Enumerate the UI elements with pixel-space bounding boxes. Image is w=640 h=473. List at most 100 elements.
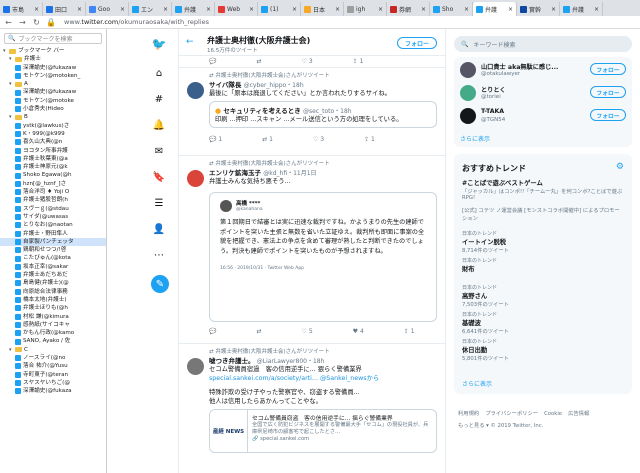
bookmark-item[interactable]: hzn[@_hznf_]さ xyxy=(0,180,106,188)
avatar[interactable] xyxy=(187,170,204,187)
retweet-icon[interactable]: ⇄ xyxy=(256,328,261,335)
quoted-tweet[interactable]: ● セキュリティを考えるとき @sec_toto・18h 印刷 ...押印 ..… xyxy=(209,101,437,128)
bookmark-folder[interactable]: ▾ ブックマーク バー xyxy=(0,47,106,55)
footer-link[interactable]: Cookie xyxy=(544,411,562,417)
show-more-trends-link[interactable]: さらに表示 xyxy=(462,379,492,388)
bookmark-item[interactable]: 落合洋司 ♦ Yoji O xyxy=(0,188,106,196)
trend-item[interactable]: 日本のトレンド 財布 xyxy=(462,257,624,273)
tab-close-icon[interactable]: × xyxy=(378,6,383,13)
browser-tab[interactable]: 弁護 × xyxy=(560,2,603,16)
browser-tab[interactable]: 日本 × xyxy=(301,2,344,16)
chevron-down-icon[interactable]: ▾ xyxy=(3,47,7,55)
tweet[interactable]: ⇄ 弁護士奥村徹(大阪弁護士会)さんがリツイート サイバ隊長 @cyber_hi… xyxy=(179,68,445,156)
follow-button[interactable]: フォロー xyxy=(396,37,437,49)
bell-icon[interactable]: 🔔 xyxy=(153,119,165,131)
browser-tab[interactable]: Sho × xyxy=(430,2,473,16)
bookmark-item[interactable]: とりなお(@naotan xyxy=(0,221,106,229)
bookmark-item[interactable]: 寺町東子(@teran xyxy=(0,371,106,379)
back-arrow-icon[interactable]: ← xyxy=(186,37,194,47)
share-icon[interactable]: ⇪ 1 xyxy=(404,328,415,335)
tab-close-icon[interactable]: × xyxy=(77,6,82,13)
bookmark-search-input[interactable]: 🔍 ブックマークを検索 xyxy=(4,33,102,44)
tweet-link[interactable]: special.sankei.com/a/society/arti... xyxy=(209,375,318,382)
bookmark-item[interactable]: 深澤諭史(@fukaza xyxy=(0,387,106,395)
chevron-down-icon[interactable]: ▾ xyxy=(9,80,13,88)
reply-icon[interactable]: 💬 xyxy=(209,328,216,335)
chevron-down-icon[interactable]: ▾ xyxy=(9,113,13,121)
bookmark-folder[interactable]: ▾ 弁護士 xyxy=(0,55,106,63)
bookmark-icon[interactable]: 🔖 xyxy=(153,171,165,183)
trend-item[interactable]: #ことばで遊ぶベストゲーム 「ジャッカル」はコンポ!!「チーム一丸」を何コンボ?こ… xyxy=(462,178,624,201)
bookmark-item[interactable]: 弁護士神原元(@k xyxy=(0,163,106,171)
reply-icon[interactable]: 💬 xyxy=(209,58,216,65)
show-more-link[interactable]: さらに表示 xyxy=(460,134,490,143)
browser-tab[interactable]: 實幹 × xyxy=(517,2,560,16)
tab-close-icon[interactable]: × xyxy=(292,6,297,13)
avatar[interactable] xyxy=(460,62,476,78)
bookmark-item[interactable]: サイダ(@uwasas xyxy=(0,213,106,221)
recommend-follow-button[interactable]: フォロー xyxy=(590,63,626,75)
avatar[interactable] xyxy=(187,82,204,99)
bookmark-item[interactable]: 深澤諭史(@fukazaw xyxy=(0,64,106,72)
bookmark-folder[interactable]: ▾ C xyxy=(0,346,106,354)
tweet-partial[interactable]: 💬 ⇄ ♡ 3 ⇪ 1 xyxy=(179,56,445,68)
bookmark-folder[interactable]: ▾ A xyxy=(0,80,106,88)
bookmark-item[interactable]: 感熱紙(サイコキャ xyxy=(0,321,106,329)
twitter-bird-icon[interactable]: 🐦 xyxy=(152,37,167,51)
bookmark-item[interactable]: 向原総合法律事務 xyxy=(0,288,106,296)
trend-item[interactable]: 日本のトレンド 休日出勤 5,801件のツイート xyxy=(462,338,624,362)
tab-close-icon[interactable]: × xyxy=(508,6,513,13)
bookmark-item[interactable]: 島島健(弁護士)(@ xyxy=(0,279,106,287)
tab-close-icon[interactable]: × xyxy=(163,6,168,13)
browser-tab[interactable]: 市島 × xyxy=(0,2,43,16)
home-icon[interactable]: ⌂ xyxy=(153,67,165,79)
bookmark-item[interactable]: 弁護士・野田隼人 xyxy=(0,230,106,238)
tab-close-icon[interactable]: × xyxy=(249,6,254,13)
link-card[interactable]: 産経 NEWS セコム警備員窃盗 客の信用逆手に... 揺らぐ警備業界 全国で広… xyxy=(209,409,437,453)
browser-tab[interactable]: (1) × xyxy=(258,2,301,16)
share-icon[interactable]: ⇪ 1 xyxy=(353,58,364,65)
tweet-author[interactable]: サイバ隊長 xyxy=(209,81,241,89)
recommend-name[interactable]: T-TAKA xyxy=(481,108,571,115)
bookmark-item[interactable]: 弁護士秋葉東(@a xyxy=(0,155,106,163)
tab-close-icon[interactable]: × xyxy=(206,6,211,13)
profile-icon[interactable]: 👤 xyxy=(153,223,165,235)
footer-link[interactable]: プライバシーポリシー xyxy=(485,411,538,417)
trend-item[interactable]: [公式] コテツ ノ運営会議 [モンストコラボ開催中] によるプロモーション xyxy=(462,206,624,222)
bookmark-item[interactable]: 橋本太地(弁護士) xyxy=(0,296,106,304)
reload-icon[interactable]: ↻ xyxy=(32,18,41,27)
browser-tab[interactable]: igh × xyxy=(344,2,387,16)
bookmark-item[interactable]: 喜久山大典(@n xyxy=(0,138,106,146)
tweet-image[interactable]: 高橋 **** @kanahana 第１回期日で結審とは実に迅速な裁判ですね。か… xyxy=(209,192,437,322)
browser-tab[interactable]: 弁護 × xyxy=(172,2,215,16)
trend-item[interactable]: 日本のトレンド 高野さん 7,503件のツイート xyxy=(462,284,624,308)
bookmark-item[interactable]: モトケン(@motoke xyxy=(0,97,106,105)
tab-close-icon[interactable]: × xyxy=(464,6,469,13)
url-field[interactable]: www.twitter.com/okumuraosaka/with_replie… xyxy=(64,18,209,26)
tweet[interactable]: ⇄ 弁護士奥村徹(大阪弁護士会)さんがリツイート エンリケ鉱海玉子 @kd_hf… xyxy=(179,156,445,344)
tab-close-icon[interactable]: × xyxy=(551,6,556,13)
bookmark-item[interactable]: 落合 祐介(@Yusu xyxy=(0,362,106,370)
browser-tab[interactable]: Goo × xyxy=(86,2,129,16)
tweet-author[interactable]: 嘘つき弁護士。 xyxy=(209,357,255,365)
chevron-down-icon[interactable]: ▾ xyxy=(9,346,13,354)
share-icon[interactable]: ⇪ 1 xyxy=(364,136,375,143)
tab-close-icon[interactable]: × xyxy=(120,6,125,13)
bookmark-item[interactable]: モトケン(@motoken_ xyxy=(0,72,106,80)
bookmark-item[interactable]: かもん行政(@kamo xyxy=(0,329,106,337)
browser-tab[interactable]: Web × xyxy=(215,2,258,16)
tweet-link-via[interactable]: @Sankei_newsから xyxy=(320,375,379,382)
bookmark-item[interactable]: 弁護士あだちあだ xyxy=(0,271,106,279)
bookmark-item[interactable]: 弁護士ほりも(@h xyxy=(0,304,106,312)
browser-tab[interactable]: 田口 × xyxy=(43,2,86,16)
avatar[interactable] xyxy=(460,108,476,124)
recommend-item[interactable]: とりとく @toriei フォロー xyxy=(460,83,626,103)
footer-link[interactable]: 広告情報 xyxy=(568,411,589,417)
bookmark-item[interactable]: 弁護士猪股哲朗(h xyxy=(0,196,106,204)
browser-tab[interactable]: 券網 × xyxy=(387,2,430,16)
list-icon[interactable]: ☰ xyxy=(153,197,165,209)
recommend-name[interactable]: 山口貴士 aka無駄に感じ... xyxy=(481,62,571,71)
bookmark-item[interactable]: 深澤諭史(@fukazaw xyxy=(0,88,106,96)
hashtag-icon[interactable]: # xyxy=(153,93,165,105)
like-icon[interactable]: ♡ 3 xyxy=(302,58,313,65)
